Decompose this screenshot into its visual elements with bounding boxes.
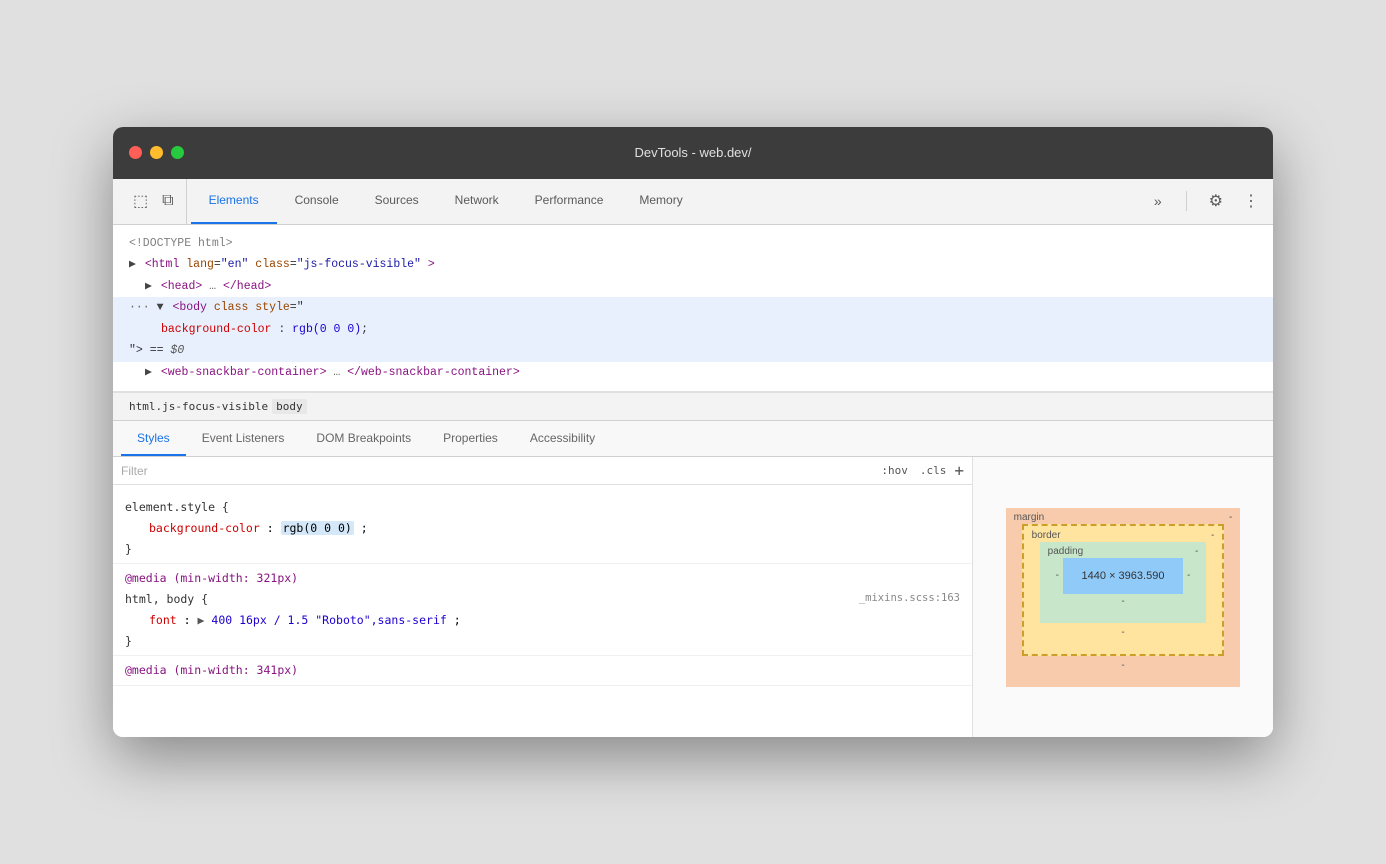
media-at-rule: @media (min-width: 321px): [125, 568, 960, 589]
body-open-line[interactable]: ··· ▼ <body class style=": [113, 297, 1273, 319]
element-style-rule: element.style { background-color : rgb(0…: [113, 493, 972, 564]
margin-value: -: [1229, 512, 1232, 523]
head-line[interactable]: ▶ <head> … </head>: [113, 276, 1273, 298]
cls-button[interactable]: .cls: [916, 462, 951, 479]
box-model: margin - border - padding -: [1006, 508, 1241, 687]
title-bar: DevTools - web.dev/: [113, 127, 1273, 179]
tab-performance[interactable]: Performance: [517, 179, 622, 224]
settings-icon[interactable]: ⚙: [1203, 187, 1229, 215]
tab-elements[interactable]: Elements: [191, 179, 277, 224]
tab-memory[interactable]: Memory: [621, 179, 700, 224]
css-rules: element.style { background-color : rgb(0…: [113, 485, 972, 694]
subtab-event-listeners[interactable]: Event Listeners: [186, 421, 301, 456]
breadcrumb-html[interactable]: html.js-focus-visible: [129, 400, 268, 413]
tab-bar-right: » ⚙ ⋮: [1146, 179, 1265, 224]
padding-value: -: [1195, 546, 1198, 557]
tab-bar-divider: [1186, 191, 1187, 211]
padding-label: padding: [1048, 546, 1084, 557]
expand-arrow: ▶: [129, 258, 136, 271]
devtools-window: DevTools - web.dev/ ⬚ ⧉ Elements Console…: [113, 127, 1273, 738]
minimize-button[interactable]: [150, 146, 163, 159]
box-dimensions: 1440 × 3963.590: [1082, 570, 1165, 582]
tab-overflow-button[interactable]: »: [1146, 189, 1170, 213]
breadcrumb-body[interactable]: body: [272, 399, 307, 414]
filter-input[interactable]: [121, 464, 869, 478]
window-title: DevTools - web.dev/: [634, 145, 751, 160]
margin-label: margin: [1014, 512, 1045, 523]
box-model-panel: margin - border - padding -: [973, 457, 1273, 737]
element-style-close: }: [125, 539, 960, 560]
box-padding: padding - - 1440 × 3963.590 -: [1040, 542, 1207, 623]
border-value: -: [1211, 530, 1214, 541]
snackbar-line[interactable]: ▶ <web-snackbar-container> … </web-snack…: [113, 362, 1273, 384]
traffic-lights: [129, 146, 184, 159]
media-close: }: [125, 631, 960, 652]
media-rule-2: @media (min-width: 341px): [113, 656, 972, 686]
filter-buttons: :hov .cls +: [877, 461, 964, 480]
hov-button[interactable]: :hov: [877, 462, 912, 479]
maximize-button[interactable]: [171, 146, 184, 159]
tab-console[interactable]: Console: [277, 179, 357, 224]
media-selector-line: html, body { _mixins.scss:163: [125, 589, 960, 610]
box-content: 1440 × 3963.590: [1063, 558, 1183, 594]
media-rule: @media (min-width: 321px) html, body { _…: [113, 564, 972, 656]
box-margin: margin - border - padding -: [1006, 508, 1241, 687]
margin-bottom-dash: -: [1022, 660, 1225, 671]
padding-bottom-dash: -: [1056, 596, 1191, 607]
tab-bar: ⬚ ⧉ Elements Console Sources Network Per…: [113, 179, 1273, 225]
devtools-icons: ⬚ ⧉: [121, 179, 187, 224]
doctype-line: <!DOCTYPE html>: [113, 233, 1273, 255]
close-button[interactable]: [129, 146, 142, 159]
filter-bar: :hov .cls +: [113, 457, 972, 485]
tab-sources[interactable]: Sources: [357, 179, 437, 224]
html-tag-line[interactable]: ▶ <html lang="en" class="js-focus-visibl…: [113, 254, 1273, 276]
subtab-dom-breakpoints[interactable]: DOM Breakpoints: [300, 421, 427, 456]
tab-network[interactable]: Network: [437, 179, 517, 224]
border-bottom-dash: -: [1040, 627, 1207, 638]
more-options-icon[interactable]: ⋮: [1237, 187, 1265, 215]
expand-arrow: ▶: [145, 280, 152, 293]
expand-arrow: ▶: [145, 366, 152, 379]
box-border: border - padding - - 1440 × 3963.: [1022, 524, 1225, 656]
cursor-icon[interactable]: ⬚: [129, 187, 152, 215]
element-style-property[interactable]: background-color : rgb(0 0 0) ;: [125, 518, 960, 539]
font-property[interactable]: font : ▶ 400 16px / 1.5 "Roboto",sans-se…: [125, 610, 960, 631]
content-row: - 1440 × 3963.590 -: [1056, 558, 1191, 594]
html-tree: <!DOCTYPE html> ▶ <html lang="en" class=…: [113, 225, 1273, 393]
css-panel: :hov .cls + element.style { background-c…: [113, 457, 973, 737]
subtab-accessibility[interactable]: Accessibility: [514, 421, 611, 456]
border-label: border: [1032, 530, 1061, 541]
right-dash: -: [1187, 570, 1190, 581]
subtab-styles[interactable]: Styles: [121, 421, 186, 456]
body-expand-arrow: ▼: [157, 301, 164, 314]
device-icon[interactable]: ⧉: [158, 188, 177, 214]
styles-content: :hov .cls + element.style { background-c…: [113, 457, 1273, 737]
elements-panel: <!DOCTYPE html> ▶ <html lang="en" class=…: [113, 225, 1273, 738]
body-style-line: background-color : rgb(0 0 0);: [113, 319, 1273, 341]
left-dash: -: [1056, 570, 1059, 581]
body-eq-line: "> == $0: [113, 340, 1273, 362]
breadcrumb: html.js-focus-visible body: [113, 392, 1273, 421]
subtab-properties[interactable]: Properties: [427, 421, 514, 456]
element-style-selector: element.style {: [125, 497, 960, 518]
add-style-button[interactable]: +: [954, 461, 964, 480]
media-at-rule-2: @media (min-width: 341px): [125, 660, 960, 681]
sub-tabs: Styles Event Listeners DOM Breakpoints P…: [113, 421, 1273, 457]
